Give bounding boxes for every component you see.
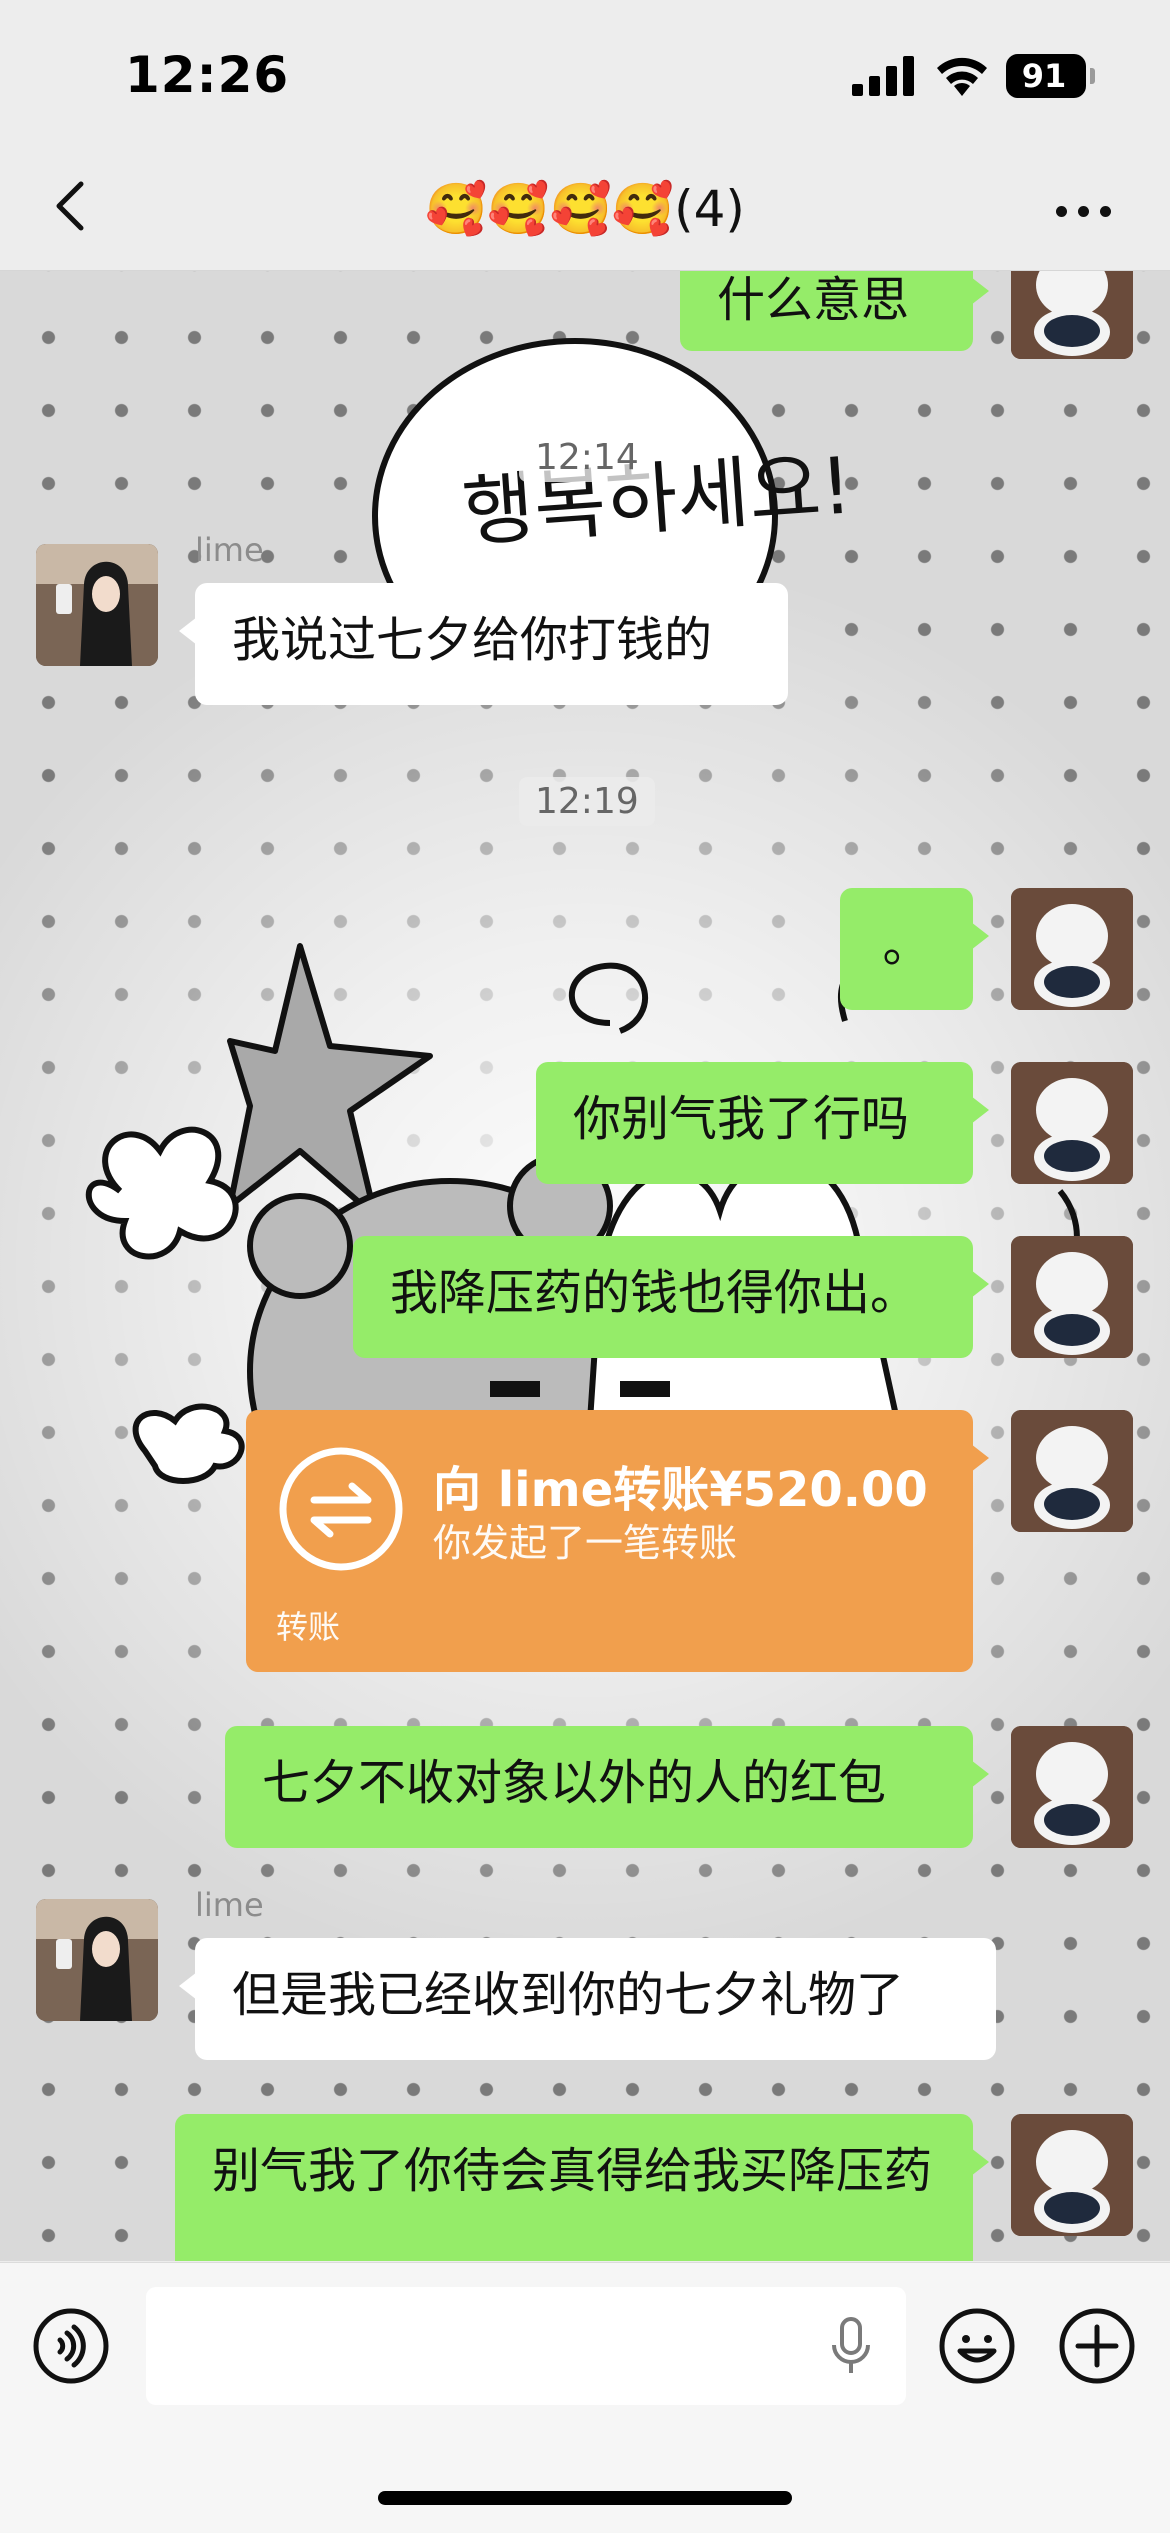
message-text: 我说过七夕给你打钱的 bbox=[232, 612, 713, 668]
battery-icon: 91 bbox=[1006, 54, 1095, 98]
avatar-me[interactable] bbox=[1011, 888, 1133, 1010]
timestamp: 12:19 bbox=[519, 777, 655, 826]
avatar-me[interactable] bbox=[1011, 1726, 1133, 1848]
emoji-icon[interactable] bbox=[938, 2307, 1016, 2385]
sender-name: lime bbox=[195, 531, 264, 569]
home-indicator[interactable] bbox=[378, 2491, 792, 2505]
message-text: 。 bbox=[882, 917, 931, 973]
message-text: 七夕不收对象以外的人的红包 bbox=[262, 1755, 887, 1811]
sender-name: lime bbox=[195, 1886, 264, 1924]
wifi-icon bbox=[937, 57, 987, 96]
transfer-description: 你发起了一笔转账 bbox=[433, 1521, 738, 1565]
message-bubble-lime[interactable]: 但是我已经收到你的七夕礼物了 bbox=[179, 1938, 996, 2060]
avatar-me[interactable] bbox=[1011, 2114, 1133, 2236]
avatar-lime[interactable] bbox=[36, 544, 158, 666]
signal-icon bbox=[852, 56, 914, 96]
message-bubble-me[interactable]: 你别气我了行吗 bbox=[536, 1062, 989, 1184]
message-bubble-me[interactable]: 别气我了你待会真得给我买降压药 bbox=[175, 2114, 989, 2261]
message-text: 什么意思 bbox=[717, 272, 910, 328]
timestamp: 12:14 bbox=[519, 433, 655, 482]
message-text: 别气我了你待会真得给我买降压药 bbox=[212, 2143, 933, 2199]
transfer-icon bbox=[279, 1447, 403, 1571]
avatar-me[interactable] bbox=[1011, 1236, 1133, 1358]
transfer-label: 转账 bbox=[276, 1608, 341, 1646]
message-bubble-lime[interactable]: 我说过七夕给你打钱的 bbox=[179, 583, 788, 705]
status-time: 12:26 bbox=[125, 46, 290, 104]
voice-icon[interactable] bbox=[32, 2307, 110, 2385]
chat-title: 🥰🥰🥰🥰(4) bbox=[425, 180, 745, 238]
message-bubble-me[interactable]: 什么意思 bbox=[680, 271, 989, 351]
plus-icon[interactable] bbox=[1058, 2307, 1136, 2385]
microphone-icon[interactable] bbox=[826, 2315, 876, 2377]
message-text: 我降压药的钱也得你出。 bbox=[390, 1265, 919, 1321]
message-bubble-me[interactable]: 我降压药的钱也得你出。 bbox=[353, 1236, 989, 1358]
avatar-me[interactable] bbox=[1011, 271, 1133, 359]
battery-level: 91 bbox=[1021, 57, 1067, 95]
avatar-me[interactable] bbox=[1011, 1410, 1133, 1532]
transfer-amount: 向 lime转账¥520.00 bbox=[433, 1462, 928, 1518]
message-text: 你别气我了行吗 bbox=[573, 1091, 910, 1147]
message-text: 但是我已经收到你的七夕礼物了 bbox=[232, 1967, 905, 2023]
message-bubble-me[interactable]: 七夕不收对象以外的人的红包 bbox=[225, 1726, 989, 1848]
avatar-lime[interactable] bbox=[36, 1899, 158, 2021]
chat-area[interactable]: 행복하세요! 什么意思 12:14 lime 我说过七夕给你打钱的 12:19 … bbox=[0, 271, 1170, 2261]
transfer-card[interactable]: 向 lime转账¥520.00 你发起了一笔转账 转账 bbox=[246, 1410, 989, 1672]
chat-header: 🥰🥰🥰🥰(4) bbox=[0, 150, 1170, 271]
more-icon[interactable] bbox=[1056, 206, 1112, 220]
message-input[interactable] bbox=[146, 2287, 906, 2405]
status-bar: 12:26 91 bbox=[0, 0, 1170, 150]
message-bubble-me[interactable]: 。 bbox=[840, 888, 989, 1010]
avatar-me[interactable] bbox=[1011, 1062, 1133, 1184]
